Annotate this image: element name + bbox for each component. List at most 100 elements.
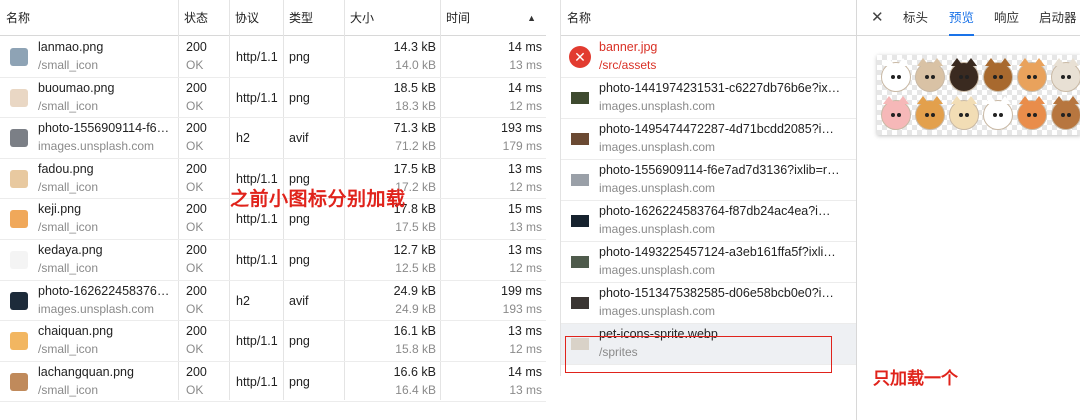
status-text: OK (186, 139, 204, 154)
time-latency: 13 ms (509, 58, 542, 72)
status-code: 200 (186, 80, 207, 95)
status-text: OK (186, 179, 204, 194)
request-name: fadou.png (38, 161, 94, 176)
table-row[interactable]: chaiquan.png/small_icon 200 OK http/1.1 png 1… (0, 321, 546, 362)
time-latency: 179 ms (502, 139, 542, 154)
detail-panel: ✕ 标头 预览 响应 启动器 (856, 0, 1080, 420)
status-text: OK (186, 220, 204, 235)
request-name: photo-1441974231531-c6227db76b6e?ix… (599, 81, 841, 95)
sort-ascending-icon[interactable]: ▲ (527, 0, 536, 36)
time-total: 15 ms (507, 202, 542, 217)
close-icon[interactable]: ✕ (871, 0, 884, 36)
pet-face-icon (949, 96, 979, 130)
header-protocol[interactable]: 协议 (229, 0, 259, 36)
request-path: images.unsplash.com (599, 140, 716, 154)
request-path: images.unsplash.com (599, 181, 716, 195)
request-list-item[interactable]: ✕ banner.jpg/src/assets (561, 37, 857, 78)
file-thumbnail-icon (10, 48, 28, 66)
request-name: buoumao.png (38, 80, 115, 95)
size-transferred: 16.1 kB (393, 324, 436, 339)
tab-response[interactable]: 响应 (994, 0, 1019, 36)
request-list-item[interactable]: photo-1556909114-f6e7ad7d3136?ixlib=r… im… (561, 160, 857, 201)
request-path: /small_icon (38, 220, 99, 235)
size-resource: 24.9 kB (395, 301, 436, 316)
request-path: images.unsplash.com (38, 301, 155, 316)
protocol: http/1.1 (236, 334, 278, 349)
request-list-item[interactable]: photo-1441974231531-c6227db76b6e?ix… imag… (561, 78, 857, 119)
request-name: chaiquan.png (38, 324, 114, 339)
time-latency: 13 ms (509, 382, 542, 397)
size-transferred: 14.3 kB (393, 40, 436, 54)
request-name: photo-1495474472287-4d71bcdd2085?i… (599, 122, 834, 136)
time-latency: 13 ms (509, 220, 542, 235)
header-time[interactable]: 时间 (440, 0, 470, 36)
status-code: 200 (186, 283, 207, 298)
status-code: 200 (186, 324, 207, 339)
request-list-header[interactable]: 名称 (561, 0, 857, 36)
size-resource: 18.3 kB (395, 98, 436, 113)
resource-type: png (289, 90, 310, 105)
protocol: h2 (236, 131, 250, 146)
request-path: images.unsplash.com (599, 263, 716, 277)
file-thumbnail-icon (10, 332, 28, 351)
pet-face-icon (1017, 96, 1047, 130)
table-row[interactable]: lachangquan.png/small_icon 200 OK http/1.1 p… (0, 362, 546, 403)
table-row[interactable]: photo-1556909114-f6… images.unsplash.com 2… (0, 118, 546, 159)
request-name: lachangquan.png (38, 364, 134, 379)
time-total: 193 ms (501, 121, 542, 136)
time-latency: 12 ms (509, 179, 542, 194)
table-row[interactable]: kedaya.png/small_icon 200 OK http/1.1 png 12.… (0, 240, 546, 281)
highlight-box (565, 336, 832, 373)
file-thumbnail-icon (10, 210, 28, 229)
status-code: 200 (186, 243, 207, 257)
status-code: 200 (186, 161, 207, 176)
time-latency: 193 ms (502, 301, 542, 316)
size-transferred: 16.6 kB (393, 364, 436, 379)
size-resource: 12.5 kB (395, 261, 436, 275)
size-transferred: 71.3 kB (393, 121, 436, 136)
protocol: http/1.1 (236, 90, 278, 105)
pet-face-icon (1051, 58, 1080, 92)
header-name[interactable]: 名称 (0, 0, 30, 36)
request-path: images.unsplash.com (599, 304, 716, 318)
request-list: 名称 ✕ banner.jpg/src/assets photo-144197423… (560, 0, 857, 376)
resource-type: avif (289, 293, 309, 308)
size-transferred: 12.7 kB (393, 243, 436, 257)
request-name: photo-1626224583764-f87db24ac4ea?i… (599, 204, 831, 218)
request-path: images.unsplash.com (599, 99, 716, 113)
request-name: photo-1556909114-f6e7ad7d3136?ixlib=r… (599, 163, 840, 177)
time-latency: 12 ms (509, 98, 542, 113)
protocol: h2 (236, 293, 250, 308)
request-path: images.unsplash.com (38, 139, 155, 154)
file-thumbnail-icon (10, 129, 28, 148)
request-name: photo-1493225457124-a3eb161ffa5f?ixli… (599, 245, 836, 259)
protocol: http/1.1 (236, 50, 278, 64)
file-thumbnail-icon (10, 88, 28, 107)
image-thumbnail-icon (571, 174, 589, 186)
tab-initiator[interactable]: 启动器 (1039, 0, 1077, 36)
pet-face-icon (1017, 58, 1047, 92)
resource-type: png (289, 50, 310, 64)
request-list-item[interactable]: photo-1626224583764-f87db24ac4ea?i… image… (561, 201, 857, 242)
request-path: /small_icon (38, 342, 99, 357)
image-thumbnail-icon (571, 256, 589, 268)
header-type[interactable]: 类型 (283, 0, 313, 36)
request-list-item[interactable]: photo-1513475382585-d06e58bcb0e0?i… image… (561, 283, 857, 324)
tab-headers[interactable]: 标头 (903, 0, 928, 36)
request-list-item[interactable]: photo-1493225457124-a3eb161ffa5f?ixli… im… (561, 242, 857, 283)
table-row[interactable]: lanmao.png/small_icon 200 OK http/1.1 png 14.… (0, 37, 546, 78)
size-resource: 14.0 kB (395, 58, 436, 72)
resource-type: png (289, 334, 310, 349)
request-name: kedaya.png (38, 243, 103, 257)
sprite-preview-image (877, 55, 1080, 135)
request-list-item[interactable]: photo-1495474472287-4d71bcdd2085?i… image… (561, 119, 857, 160)
time-total: 13 ms (507, 243, 542, 257)
request-path: /small_icon (38, 179, 99, 194)
status-text: OK (186, 342, 204, 357)
table-row[interactable]: buoumao.png/small_icon 200 OK http/1.1 png 18… (0, 78, 546, 119)
table-header: 名称 状态 协议 类型 大小 时间 ▲ (0, 0, 546, 36)
header-size[interactable]: 大小 (344, 0, 374, 36)
tab-preview[interactable]: 预览 (949, 0, 975, 36)
table-row[interactable]: photo-162622458376… images.unsplash.com 20… (0, 281, 546, 322)
header-status[interactable]: 状态 (178, 0, 208, 36)
